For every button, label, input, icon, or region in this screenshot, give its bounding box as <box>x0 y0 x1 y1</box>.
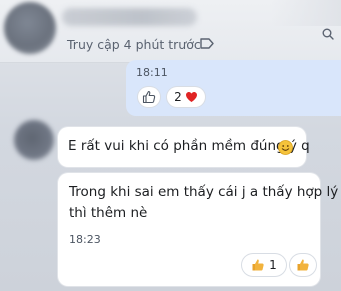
message-text: E rất vui khi có phần mềm đúng ý q <box>68 138 310 154</box>
reaction-count: 1 <box>269 258 277 272</box>
smile-icon <box>278 140 293 155</box>
message-text-line: thì thêm nè <box>69 205 148 221</box>
reaction-count-button[interactable]: 1 <box>242 254 286 276</box>
contact-name-blurred[interactable] <box>62 8 197 26</box>
message-time: 18:11 <box>136 66 168 79</box>
reaction-count-button[interactable]: 2 <box>167 87 205 107</box>
thumbs-up-icon <box>252 259 264 271</box>
reaction-count: 2 <box>174 90 182 104</box>
heart-icon <box>185 92 197 102</box>
thumbs-up-outline-icon <box>142 90 156 104</box>
chat-header: Truy cập 4 phút trước <box>0 0 341 63</box>
message-time: 18:23 <box>69 233 101 246</box>
reaction-like-button[interactable] <box>138 87 160 107</box>
sender-avatar[interactable] <box>14 120 54 160</box>
contact-avatar[interactable] <box>4 2 56 54</box>
search-icon[interactable] <box>322 28 334 40</box>
last-active-status: Truy cập 4 phút trước <box>67 37 201 52</box>
header-fade <box>271 0 341 26</box>
thumbs-up-icon <box>297 259 309 271</box>
message-text-line: Trong khi sai em thấy cái j a thấy hợp l… <box>69 184 339 200</box>
reaction-like-button[interactable] <box>290 254 316 276</box>
tag-icon[interactable] <box>200 38 214 49</box>
